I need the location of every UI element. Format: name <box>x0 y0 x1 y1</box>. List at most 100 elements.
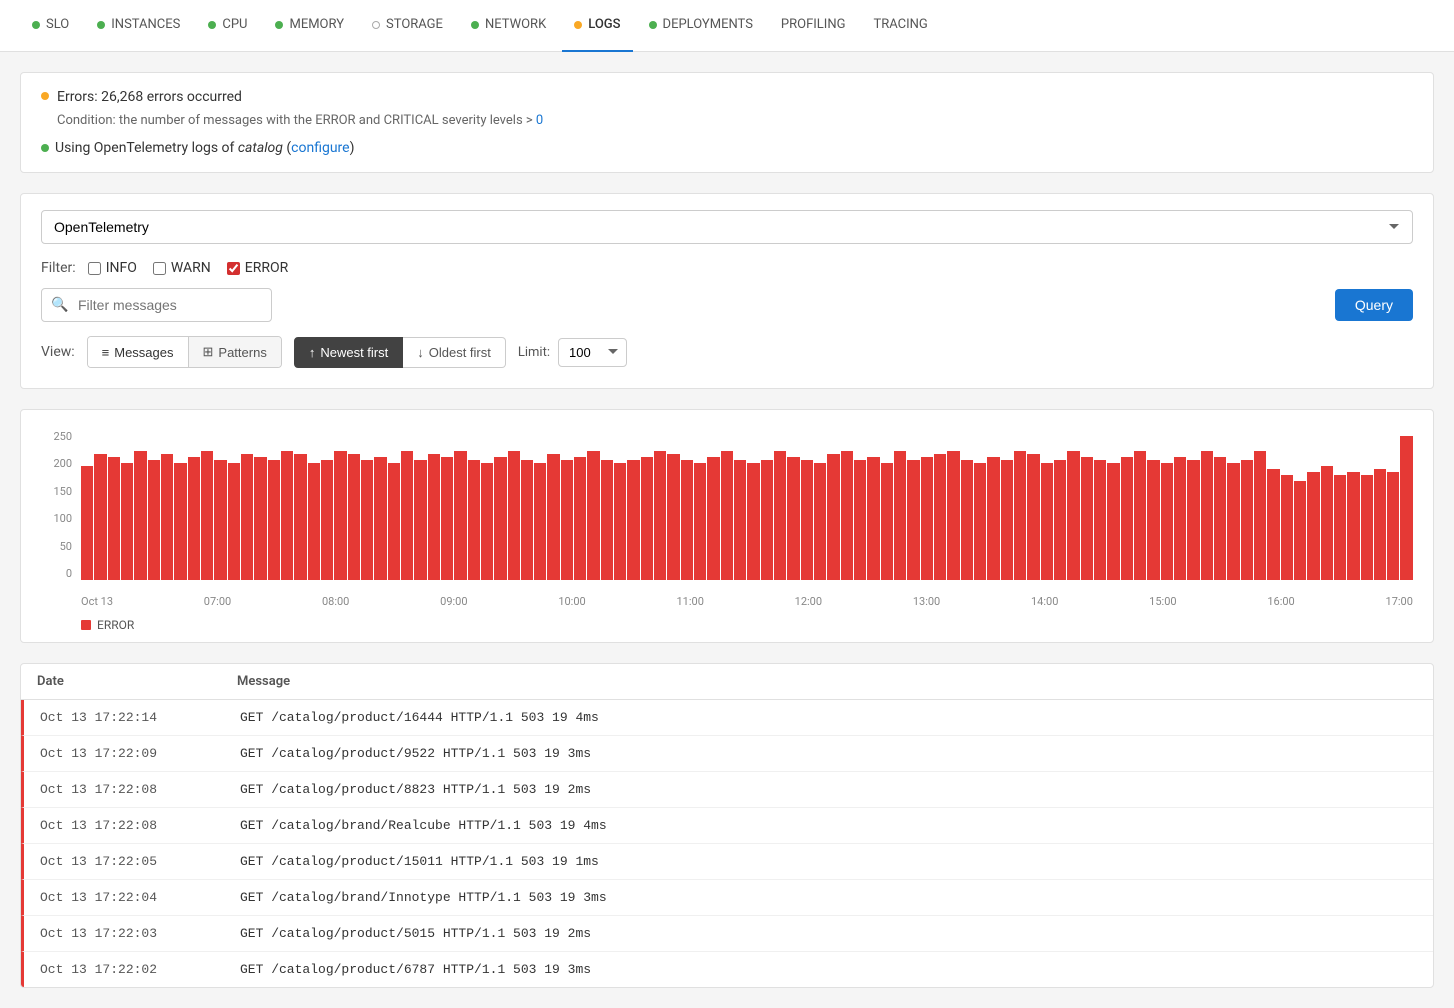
oldest-first-button[interactable]: ↓ Oldest first <box>403 337 506 368</box>
nav-item-instances[interactable]: INSTANCES <box>85 0 192 52</box>
chart-bar <box>601 460 613 580</box>
view-row: View: ≡ Messages ⊞ Patterns ↑ Newest fir… <box>41 336 1413 368</box>
nav-item-cpu[interactable]: CPU <box>196 0 259 52</box>
chart-bars <box>81 430 1413 580</box>
log-date: Oct 13 17:22:09 <box>40 746 240 761</box>
log-message: GET /catalog/brand/Realcube HTTP/1.1 503… <box>240 818 1417 833</box>
chart-bar <box>1134 451 1146 580</box>
chart-bar <box>761 460 773 580</box>
nav-item-slo[interactable]: SLO <box>20 0 81 52</box>
nav-item-network[interactable]: NETWORK <box>459 0 558 52</box>
chart-bar <box>1161 463 1173 580</box>
nav-item-storage[interactable]: STORAGE <box>360 0 455 52</box>
chart-bar <box>1241 460 1253 580</box>
chart-bar <box>814 463 826 580</box>
filter-messages-input[interactable] <box>41 288 272 322</box>
chart-bar <box>94 454 106 580</box>
table-row[interactable]: Oct 13 17:22:08 GET /catalog/brand/Realc… <box>21 808 1433 844</box>
cpu-status-dot <box>208 21 216 29</box>
chart-bar <box>734 460 746 580</box>
nav-label-tracing: TRACING <box>873 17 927 32</box>
source-dropdown[interactable]: OpenTelemetry <box>41 210 1413 244</box>
network-status-dot <box>471 21 479 29</box>
chart-bar <box>1214 457 1226 580</box>
chart-bar <box>481 463 493 580</box>
otel-status-dot <box>41 144 49 152</box>
warn-checkbox[interactable] <box>153 262 166 275</box>
chart-bar <box>614 463 626 580</box>
chart-bar <box>81 466 93 580</box>
memory-status-dot <box>275 21 283 29</box>
chart-bar <box>747 463 759 580</box>
chart-bar <box>361 460 373 580</box>
chart-bar <box>1081 457 1093 580</box>
warn-label: WARN <box>171 260 211 276</box>
limit-dropdown[interactable]: 100 200 500 1000 <box>558 338 627 367</box>
chart-bar <box>268 460 280 580</box>
error-checkbox-label[interactable]: ERROR <box>227 260 288 276</box>
chart-bar <box>228 463 240 580</box>
x-label-1200: 12:00 <box>795 595 822 608</box>
table-row[interactable]: Oct 13 17:22:14 GET /catalog/product/164… <box>21 700 1433 736</box>
x-label-1500: 15:00 <box>1149 595 1176 608</box>
chart-bar <box>1334 475 1346 580</box>
chart-bar <box>188 457 200 580</box>
chart-bar <box>1187 460 1199 580</box>
info-checkbox[interactable] <box>88 262 101 275</box>
filter-row: Filter: INFO WARN ERROR <box>41 260 1413 276</box>
y-label-150: 150 <box>53 485 72 498</box>
alert-box: Errors: 26,268 errors occurred Condition… <box>20 72 1434 173</box>
query-button[interactable]: Query <box>1335 289 1413 321</box>
chart-bar <box>1201 451 1213 580</box>
otel-configure-link[interactable]: configure <box>291 140 349 156</box>
newest-first-label: Newest first <box>320 345 388 360</box>
nav-label-cpu: CPU <box>222 17 247 32</box>
alert-condition-text: Condition: the number of messages with t… <box>57 113 1413 128</box>
nav-item-deployments[interactable]: DEPLOYMENTS <box>637 0 765 52</box>
chart-bar <box>508 451 520 580</box>
patterns-view-button[interactable]: ⊞ Patterns <box>189 337 281 367</box>
error-checkbox[interactable] <box>227 262 240 275</box>
chart-bar <box>854 460 866 580</box>
table-row[interactable]: Oct 13 17:22:02 GET /catalog/product/678… <box>21 952 1433 987</box>
y-label-200: 200 <box>53 457 72 470</box>
y-label-0: 0 <box>66 567 72 580</box>
x-label-1100: 11:00 <box>676 595 703 608</box>
chart-bar <box>654 451 666 580</box>
chart-bar <box>881 463 893 580</box>
log-date: Oct 13 17:22:08 <box>40 782 240 797</box>
table-row[interactable]: Oct 13 17:22:04 GET /catalog/brand/Innot… <box>21 880 1433 916</box>
filter-input-wrap: 🔍 <box>41 288 1327 322</box>
chart-y-axis: 250 200 150 100 50 0 <box>41 430 76 580</box>
chart-bar <box>401 451 413 580</box>
chart-bar <box>694 463 706 580</box>
chart-bar <box>961 460 973 580</box>
messages-view-button[interactable]: ≡ Messages <box>88 337 189 367</box>
chart-bar <box>1294 481 1306 580</box>
info-checkbox-label[interactable]: INFO <box>88 260 137 276</box>
y-label-100: 100 <box>53 512 72 525</box>
nav-item-tracing[interactable]: TRACING <box>861 0 939 52</box>
chart-x-axis: Oct 13 07:00 08:00 09:00 10:00 11:00 12:… <box>81 585 1413 610</box>
nav-item-memory[interactable]: MEMORY <box>263 0 356 52</box>
chart-bar <box>721 451 733 580</box>
nav-label-profiling: PROFILING <box>781 17 846 32</box>
chart-bar <box>1361 475 1373 580</box>
newest-first-button[interactable]: ↑ Newest first <box>294 337 403 368</box>
error-label: ERROR <box>245 260 288 276</box>
chart-bar <box>281 451 293 580</box>
chart-bar <box>1014 451 1026 580</box>
warn-checkbox-label[interactable]: WARN <box>153 260 211 276</box>
x-label-0700: 07:00 <box>204 595 231 608</box>
table-row[interactable]: Oct 13 17:22:09 GET /catalog/product/952… <box>21 736 1433 772</box>
condition-link[interactable]: 0 <box>536 113 543 128</box>
nav-item-profiling[interactable]: PROFILING <box>769 0 858 52</box>
table-row[interactable]: Oct 13 17:22:03 GET /catalog/product/501… <box>21 916 1433 952</box>
nav-item-logs[interactable]: LOGS <box>562 0 632 52</box>
error-alert-row: Errors: 26,268 errors occurred <box>41 89 1413 105</box>
chart-bar <box>867 457 879 580</box>
table-row[interactable]: Oct 13 17:22:08 GET /catalog/product/882… <box>21 772 1433 808</box>
table-row[interactable]: Oct 13 17:22:05 GET /catalog/product/150… <box>21 844 1433 880</box>
y-label-250: 250 <box>53 430 72 443</box>
chart-bar <box>574 457 586 580</box>
